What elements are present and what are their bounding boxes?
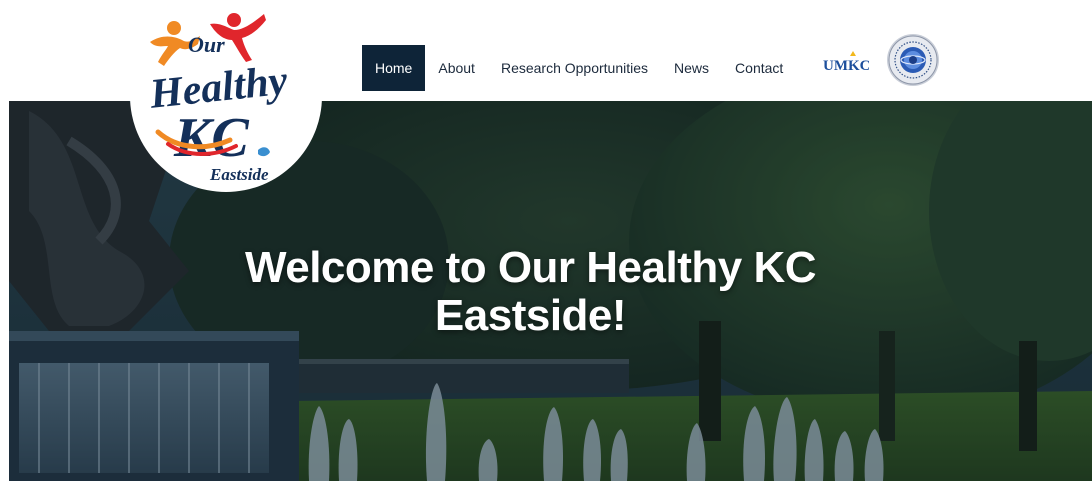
svg-text:Eastside: Eastside (209, 165, 269, 184)
umkc-roo-icon (850, 51, 856, 56)
nav-about[interactable]: About (425, 45, 488, 91)
nav-research-opportunities[interactable]: Research Opportunities (488, 45, 661, 91)
partner-seal-icon[interactable] (886, 33, 940, 87)
nav-home[interactable]: Home (362, 45, 426, 91)
svg-text:Our: Our (188, 32, 225, 57)
umkc-logo[interactable]: UMKC (823, 50, 869, 74)
nav-contact[interactable]: Contact (722, 45, 796, 91)
site-logo[interactable]: Our Healthy KC Eastside (128, 0, 324, 196)
hero-title-line-1: Welcome to Our Healthy KC (244, 243, 817, 292)
hero-title: Welcome to Our Healthy KC Eastside! (9, 244, 1052, 340)
svg-text:KC: KC (173, 107, 249, 169)
hero-title-line-2: Eastside! (434, 291, 627, 340)
nav-news[interactable]: News (661, 45, 722, 91)
umkc-wordmark: UMKC (823, 58, 869, 74)
main-nav: Home About Research Opportunities News C… (362, 45, 796, 91)
